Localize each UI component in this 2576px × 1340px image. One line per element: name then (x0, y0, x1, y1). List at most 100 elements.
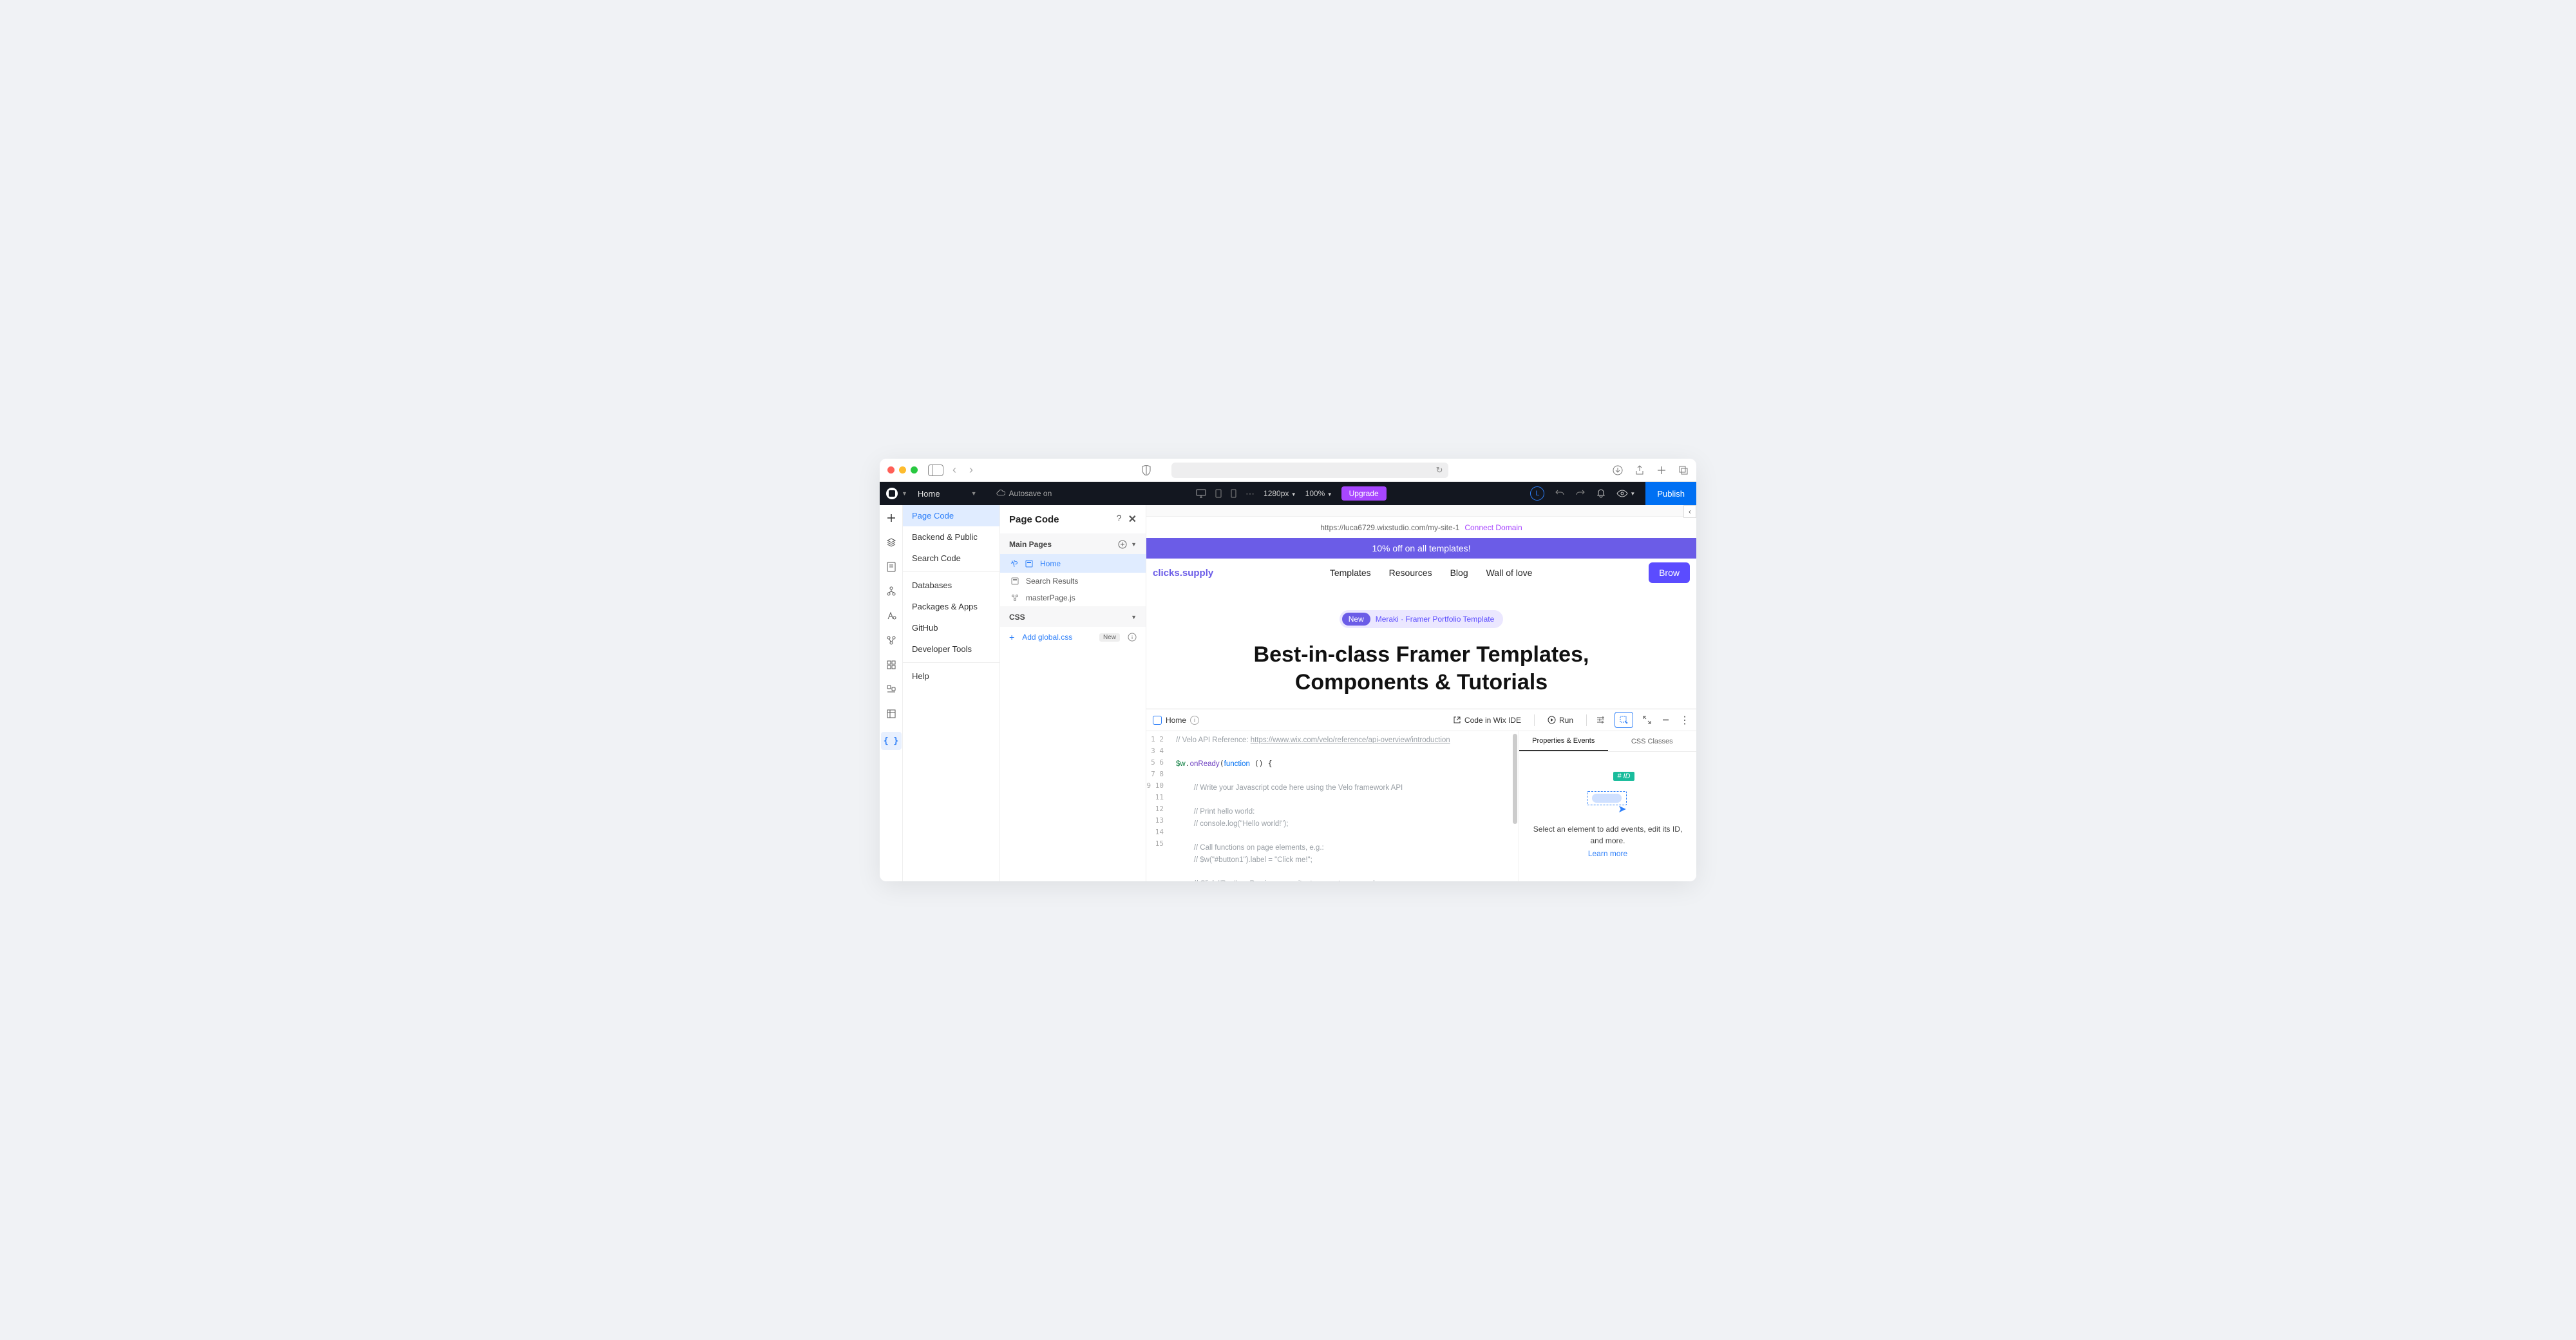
panel-header: Page Code ? ✕ (1000, 505, 1146, 533)
redo-icon[interactable] (1575, 488, 1586, 499)
editor-topbar: ▼ Home ▼ Autosave on ⋯ 1280px ▼ 100% ▼ U… (880, 482, 1696, 505)
nav-search-code[interactable]: Search Code (903, 548, 999, 569)
nav-github[interactable]: GitHub (903, 617, 999, 638)
browse-button[interactable]: Brow (1649, 562, 1690, 583)
nav-page-code[interactable]: Page Code (903, 505, 999, 526)
add-global-css[interactable]: + Add global.css New (1000, 627, 1146, 647)
notifications-icon[interactable] (1596, 488, 1606, 499)
section-css[interactable]: CSS ▼ (1000, 606, 1146, 627)
nav-backend-public[interactable]: Backend & Public (903, 526, 999, 548)
cms-icon[interactable] (885, 707, 898, 720)
apps-icon[interactable] (885, 658, 898, 671)
typography-icon[interactable] (885, 609, 898, 622)
section-main-pages[interactable]: Main Pages ▼ (1000, 533, 1146, 554)
hero-heading: Best-in-class Framer Templates, Componen… (1159, 641, 1683, 696)
preview-icon[interactable]: ▼ (1616, 490, 1635, 497)
nav-packages-apps[interactable]: Packages & Apps (903, 596, 999, 617)
back-button[interactable]: ‹ (949, 464, 960, 476)
chevron-down-icon: ▼ (1131, 614, 1137, 620)
scrollbar[interactable] (1513, 734, 1517, 824)
upgrade-button[interactable]: Upgrade (1341, 486, 1387, 501)
layers-icon[interactable] (885, 536, 898, 549)
info-icon[interactable]: i (1190, 716, 1199, 725)
collapse-panel-icon[interactable]: ‹ (1683, 505, 1696, 518)
code-file-tab[interactable]: Home i (1153, 716, 1199, 725)
tab-properties-events[interactable]: Properties & Events (1519, 731, 1608, 751)
code-icon[interactable]: { } (881, 732, 902, 750)
plugins-icon[interactable] (885, 683, 898, 696)
divider (903, 571, 999, 572)
tablet-icon[interactable] (1215, 489, 1222, 498)
nav-resources[interactable]: Resources (1389, 568, 1432, 578)
page-row-search-results[interactable]: Search Results (1000, 573, 1146, 589)
inspector-icon (1619, 715, 1629, 725)
expand-icon[interactable] (1642, 715, 1652, 725)
new-tab-icon[interactable] (1656, 465, 1667, 475)
tabs-icon[interactable] (1678, 465, 1689, 475)
more-icon[interactable]: ⋮ (1680, 714, 1690, 727)
promo-banner[interactable]: 10% off on all templates! (1146, 538, 1696, 559)
zoom-level[interactable]: 100% ▼ (1305, 489, 1332, 498)
add-element-icon[interactable] (885, 512, 898, 524)
props-tabs: Properties & Events CSS Classes (1519, 731, 1696, 752)
page-row-home[interactable]: や Home (1000, 554, 1146, 573)
reload-icon[interactable]: ↻ (1436, 465, 1443, 475)
play-icon (1548, 716, 1556, 724)
section-label: CSS (1009, 613, 1025, 622)
info-icon[interactable] (1128, 633, 1137, 642)
new-badge: New (1099, 633, 1120, 642)
app-window: ‹ › ↻ ▼ Home ▼ Autosave on ⋯ 1280px ▼ 10… (880, 459, 1696, 881)
nav-wall-of-love[interactable]: Wall of love (1486, 568, 1533, 578)
nav-databases[interactable]: Databases (903, 575, 999, 596)
site-brand[interactable]: clicks.supply (1153, 568, 1213, 579)
nav-blog[interactable]: Blog (1450, 568, 1468, 578)
viewport-tools: ⋯ 1280px ▼ 100% ▼ Upgrade (1196, 486, 1387, 501)
more-breakpoints-icon[interactable]: ⋯ (1245, 488, 1255, 499)
run-button[interactable]: Run (1544, 713, 1577, 727)
desktop-icon[interactable] (1196, 489, 1206, 498)
undo-icon[interactable] (1555, 488, 1565, 499)
announcement-pill[interactable]: New Meraki · Framer Portfolio Template (1340, 610, 1504, 628)
wix-logo[interactable] (886, 488, 898, 499)
canvas-width[interactable]: 1280px ▼ (1264, 489, 1296, 498)
privacy-shield-icon[interactable] (1142, 465, 1151, 475)
page-row-masterpage[interactable]: masterPage.js (1000, 589, 1146, 606)
logo-menu-chevron-icon[interactable]: ▼ (902, 490, 907, 497)
page-selector[interactable]: Home ▼ (918, 489, 977, 499)
user-avatar[interactable]: L (1530, 486, 1544, 501)
nav-templates[interactable]: Templates (1330, 568, 1371, 578)
inspector-toggle[interactable] (1615, 712, 1633, 728)
add-page-icon[interactable] (1118, 540, 1127, 549)
publish-button[interactable]: Publish (1645, 482, 1696, 505)
minimize-window[interactable] (899, 466, 906, 474)
line-gutter: 1 2 3 4 5 6 7 8 9 10 11 12 13 14 15 (1146, 731, 1170, 881)
download-icon[interactable] (1613, 465, 1623, 475)
site-structure-icon[interactable] (885, 585, 898, 598)
current-page-label: Home (918, 489, 940, 499)
master-icon (1010, 593, 1019, 602)
page-icon[interactable] (885, 560, 898, 573)
canvas-ruler: ‹ (1146, 505, 1696, 517)
maximize-window[interactable] (911, 466, 918, 474)
browser-actions (1613, 465, 1689, 475)
close-icon[interactable]: ✕ (1128, 513, 1137, 526)
learn-more-link[interactable]: Learn more (1588, 849, 1627, 858)
nav-developer-tools[interactable]: Developer Tools (903, 638, 999, 660)
open-ide-button[interactable]: Code in Wix IDE (1449, 713, 1525, 727)
mobile-icon[interactable] (1231, 489, 1236, 498)
sidebar-toggle-icon[interactable] (928, 464, 943, 476)
connect-domain-link[interactable]: Connect Domain (1464, 523, 1522, 532)
connections-icon[interactable] (885, 634, 898, 647)
forward-button[interactable]: › (965, 464, 977, 476)
help-icon[interactable]: ? (1117, 513, 1122, 526)
nav-help[interactable]: Help (903, 665, 999, 687)
address-bar[interactable]: ↻ (1171, 463, 1448, 478)
tab-css-classes[interactable]: CSS Classes (1608, 731, 1697, 751)
share-icon[interactable] (1634, 465, 1645, 475)
minimize-icon[interactable] (1661, 715, 1671, 725)
code-content[interactable]: // Velo API Reference: https://www.wix.c… (1170, 731, 1519, 881)
code-editor[interactable]: 1 2 3 4 5 6 7 8 9 10 11 12 13 14 15 // V… (1146, 731, 1519, 881)
close-window[interactable] (887, 466, 895, 474)
plus-icon: + (1009, 632, 1014, 642)
settings-icon[interactable] (1596, 715, 1605, 725)
